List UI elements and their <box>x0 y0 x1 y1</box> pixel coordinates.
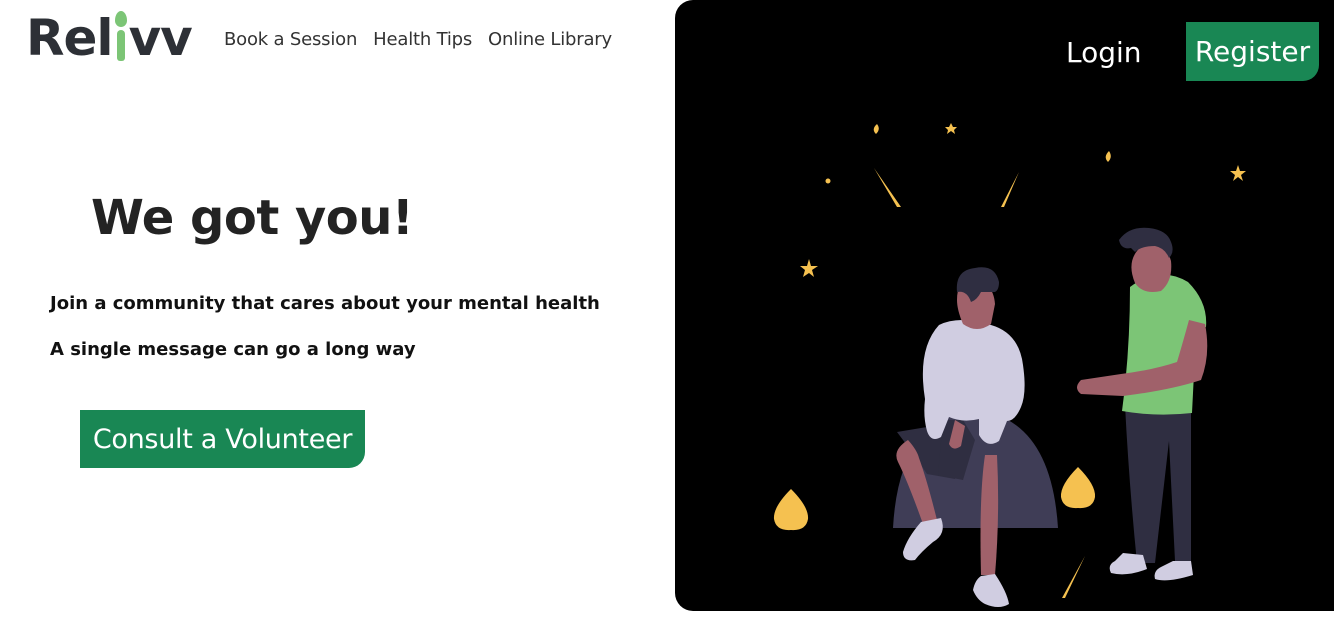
hero-subtitle-1: Join a community that cares about your m… <box>50 293 600 314</box>
nav-health-tips[interactable]: Health Tips <box>373 29 472 50</box>
register-button[interactable]: Register <box>1186 22 1319 81</box>
brand-logo[interactable]: Rel vv <box>26 10 202 66</box>
nav-book-session[interactable]: Book a Session <box>224 29 357 50</box>
logo-i-leaf-icon <box>114 10 128 66</box>
seated-person <box>893 267 1058 607</box>
standing-person <box>1077 227 1208 581</box>
logo-text-start: Rel <box>26 9 114 67</box>
nav-online-library[interactable]: Online Library <box>488 29 612 50</box>
hero-title: We got you! <box>91 190 414 246</box>
main-nav: Book a Session Health Tips Online Librar… <box>224 29 612 50</box>
hero-subtitle-2: A single message can go a long way <box>50 339 416 360</box>
login-link[interactable]: Login <box>1066 36 1142 69</box>
two-people-talking-illustration <box>773 123 1246 607</box>
consult-volunteer-button[interactable]: Consult a Volunteer <box>80 410 365 468</box>
logo-text-end: vv <box>128 9 193 67</box>
